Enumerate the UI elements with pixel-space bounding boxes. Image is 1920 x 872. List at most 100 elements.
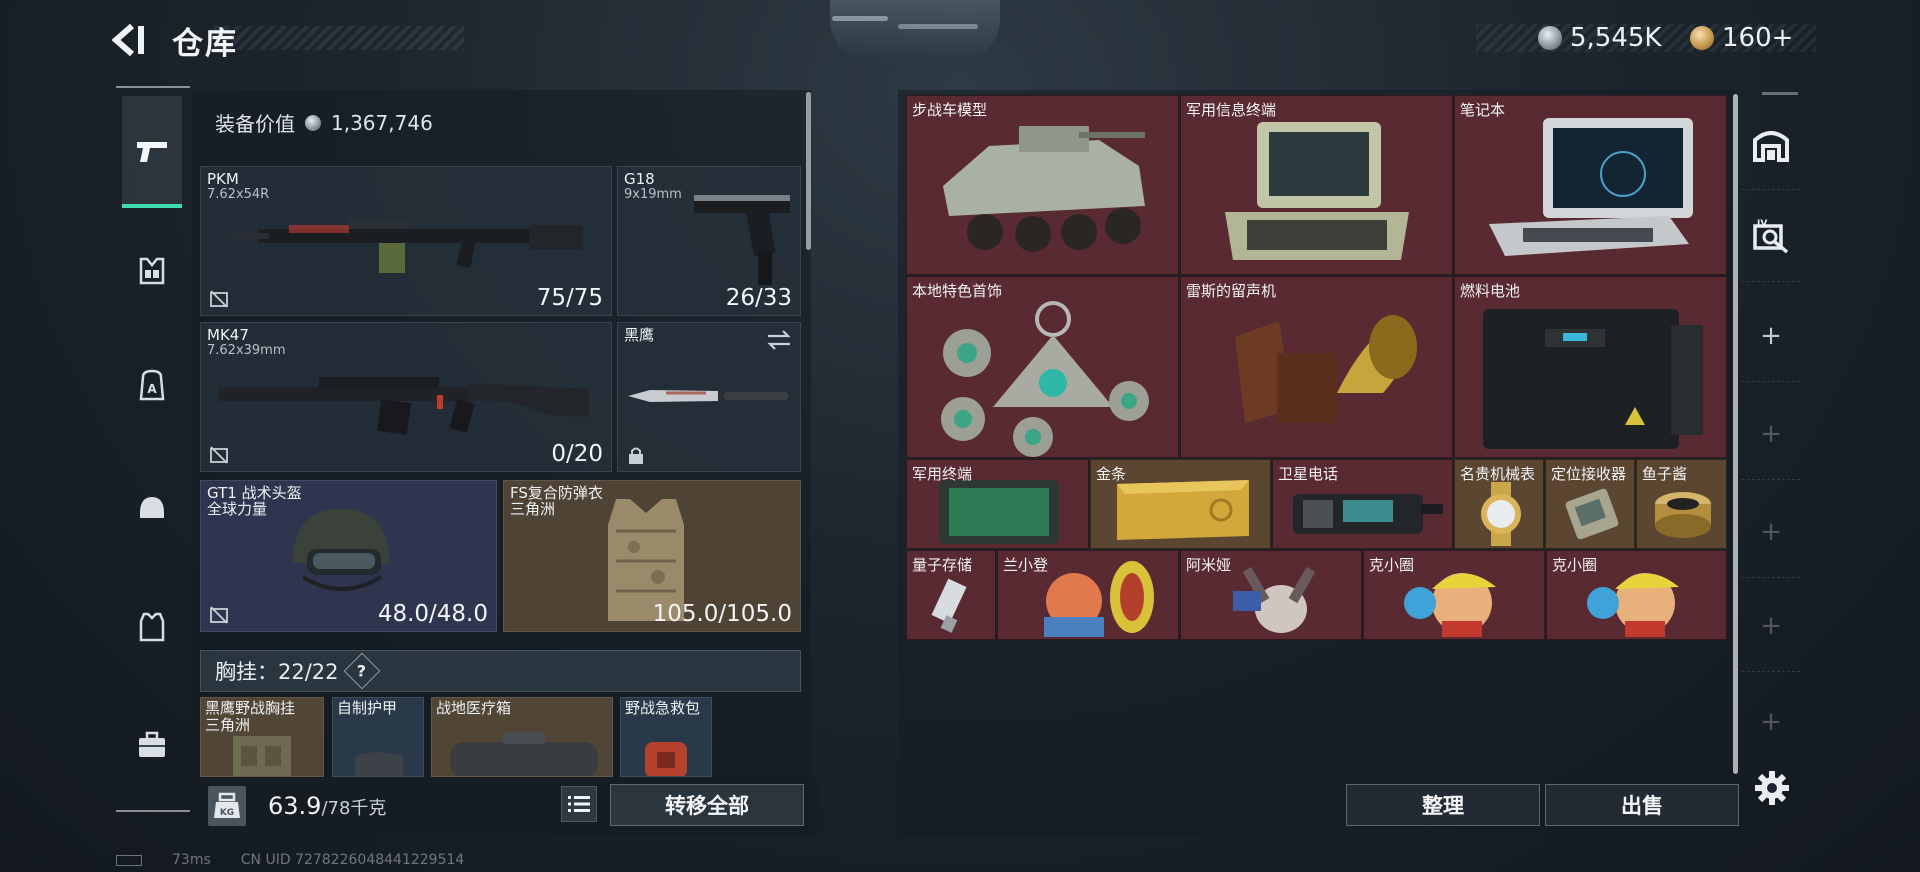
item-name: 黑鹰野战胸挂 (205, 699, 296, 717)
lock-icon (629, 447, 643, 464)
storage-item-amiya[interactable]: 阿米娅 (1180, 550, 1362, 640)
item-name: 克小圈 (1369, 556, 1415, 574)
armor-brand: 三角洲 (510, 500, 556, 518)
slot-armor[interactable]: FS复合防弹衣 三角洲 105.0/105.0 (503, 480, 801, 632)
gold-coin-icon (1690, 26, 1714, 50)
jewelry-image (941, 301, 1149, 457)
currency-silver-amount: 5,545K (1570, 23, 1662, 53)
plus-icon: + (1760, 418, 1782, 449)
settings-button[interactable] (1754, 770, 1790, 806)
storage-item-military-info-terminal[interactable]: 军用信息终端 (1180, 95, 1453, 275)
rail-divider (1762, 92, 1798, 95)
storage-item-laptop[interactable]: 笔记本 (1454, 95, 1727, 275)
storage-item-military-terminal[interactable]: 军用终端 (906, 459, 1089, 549)
currency-gold[interactable]: 160+ (1690, 20, 1793, 56)
chest-rig-item[interactable]: 黑鹰野战胸挂 三角洲 (200, 697, 324, 777)
rail-divider (116, 86, 190, 88)
storage-tab-equipment-case[interactable]: IV (1742, 190, 1800, 282)
item-name: 野战急救包 (625, 699, 701, 717)
slot-primary-weapon[interactable]: PKM 7.62x54R 75/75 (200, 166, 612, 316)
storage-item-gold-bar[interactable]: 金条 (1090, 459, 1271, 549)
satellite-phone-image (1293, 494, 1443, 534)
storage-item-gramophone[interactable]: 雷斯的留声机 (1180, 276, 1453, 458)
military-handheld-terminal-image (939, 480, 1059, 544)
battery-icon (116, 854, 142, 866)
storage-tab-add[interactable]: + (1742, 388, 1800, 480)
item-name: 卫星电话 (1278, 465, 1339, 483)
ceiling-light-strip (898, 24, 978, 29)
item-name: 名贵机械表 (1460, 465, 1536, 483)
item-name: 定位接收器 (1551, 465, 1627, 483)
warehouse-icon (1753, 130, 1789, 162)
gear-icon (1755, 771, 1789, 805)
storage-item-ke-xiaoquan[interactable]: 克小圈 (1363, 550, 1545, 640)
item-name: 兰小登 (1003, 556, 1049, 574)
carry-weight: 63.9/78千克 (268, 792, 386, 820)
rail-tab-case[interactable] (122, 690, 182, 800)
rail-tab-backpack[interactable]: A (122, 330, 182, 440)
currency-silver[interactable]: 5,545K (1538, 20, 1661, 56)
item-name: 军用信息终端 (1186, 101, 1277, 119)
back-button[interactable] (111, 22, 152, 58)
slot-tertiary-weapon[interactable]: MK47 7.62x39mm 0/20 (200, 322, 612, 472)
item-name: 燃料电池 (1460, 282, 1521, 300)
knife-image (628, 388, 788, 404)
list-view-button[interactable] (561, 786, 597, 822)
storage-item-caviar[interactable]: 鱼子酱 (1636, 459, 1727, 549)
chest-rig-item[interactable]: 战地医疗箱 (431, 697, 613, 777)
helmet-icon (140, 497, 164, 518)
storage-item-fuel-cell[interactable]: 燃料电池 (1454, 276, 1727, 458)
storage-item-ke-xiaoquan[interactable]: 克小圈 (1546, 550, 1727, 640)
armor-plate-image (355, 752, 403, 776)
loadout-scrollbar[interactable] (806, 92, 811, 250)
chest-rig-item[interactable]: 野战急救包 (620, 697, 712, 777)
rail-tab-weapons[interactable] (122, 96, 182, 208)
storage-item-luxury-watch[interactable]: 名贵机械表 (1454, 459, 1544, 549)
plus-icon: + (1760, 516, 1782, 547)
storage-tab-add[interactable]: + (1742, 486, 1800, 578)
storage-item-local-jewelry[interactable]: 本地特色首饰 (906, 276, 1179, 458)
storage-tab-add[interactable]: + (1742, 290, 1800, 382)
item-name: 军用终端 (912, 465, 973, 483)
currency-gold-amount: 160+ (1722, 23, 1794, 53)
military-terminal-image (1225, 122, 1409, 260)
equipment-value-amount: 1,367,746 (331, 110, 433, 135)
helmet-brand: 全球力量 (207, 500, 268, 518)
plus-icon: + (1760, 610, 1782, 641)
weight-icon: KG (208, 786, 246, 826)
gramophone-image (1235, 315, 1417, 423)
storage-item-positioning-receiver[interactable]: 定位接收器 (1545, 459, 1635, 549)
transfer-all-button[interactable]: 转移全部 (610, 784, 804, 826)
slot-secondary-weapon[interactable]: G18 9x19mm 26/33 (617, 166, 801, 316)
watch-image (1481, 482, 1521, 546)
storage-item-satellite-phone[interactable]: 卫星电话 (1272, 459, 1453, 549)
title-decoration (214, 26, 464, 50)
rail-tab-chest-rig[interactable] (122, 216, 182, 326)
rail-divider (116, 810, 190, 812)
storage-item-lan-xiaodeng[interactable]: 兰小登 (997, 550, 1179, 640)
storage-item-ifv-model[interactable]: 步战车模型 (906, 95, 1179, 275)
chest-rig-item[interactable]: 自制护甲 (332, 697, 424, 777)
storage-scrollbar[interactable] (1733, 94, 1738, 774)
carry-weight-value: 63.9 (268, 792, 322, 820)
ping: 73ms (172, 852, 211, 868)
storage-item-quantum-storage[interactable]: 量子存储 (906, 550, 996, 640)
storage-tab-add[interactable]: + (1742, 580, 1800, 672)
help-button[interactable]: ? (343, 652, 380, 690)
carry-weight-capacity: /78千克 (321, 798, 387, 819)
receiver-image (1565, 488, 1619, 540)
sort-button[interactable]: 整理 (1346, 784, 1540, 826)
sell-button[interactable]: 出售 (1545, 784, 1739, 826)
slot-melee[interactable]: 黑鹰 (617, 322, 801, 472)
ceiling-light-strip (832, 16, 888, 21)
weapon-name: PKM (207, 170, 239, 188)
swap-icon[interactable] (766, 329, 792, 351)
item-name: 自制护甲 (337, 699, 398, 717)
storage-tab-main[interactable] (1742, 98, 1800, 190)
rail-tab-armor[interactable] (122, 572, 182, 682)
slot-helmet[interactable]: GT1 战术头盔 全球力量 48.0/48.0 (200, 480, 497, 632)
storage-tab-add[interactable]: + (1742, 676, 1800, 768)
item-name: 量子存储 (912, 556, 973, 574)
rail-tab-helmet[interactable] (122, 452, 182, 562)
durability: 48.0/48.0 (377, 601, 488, 627)
